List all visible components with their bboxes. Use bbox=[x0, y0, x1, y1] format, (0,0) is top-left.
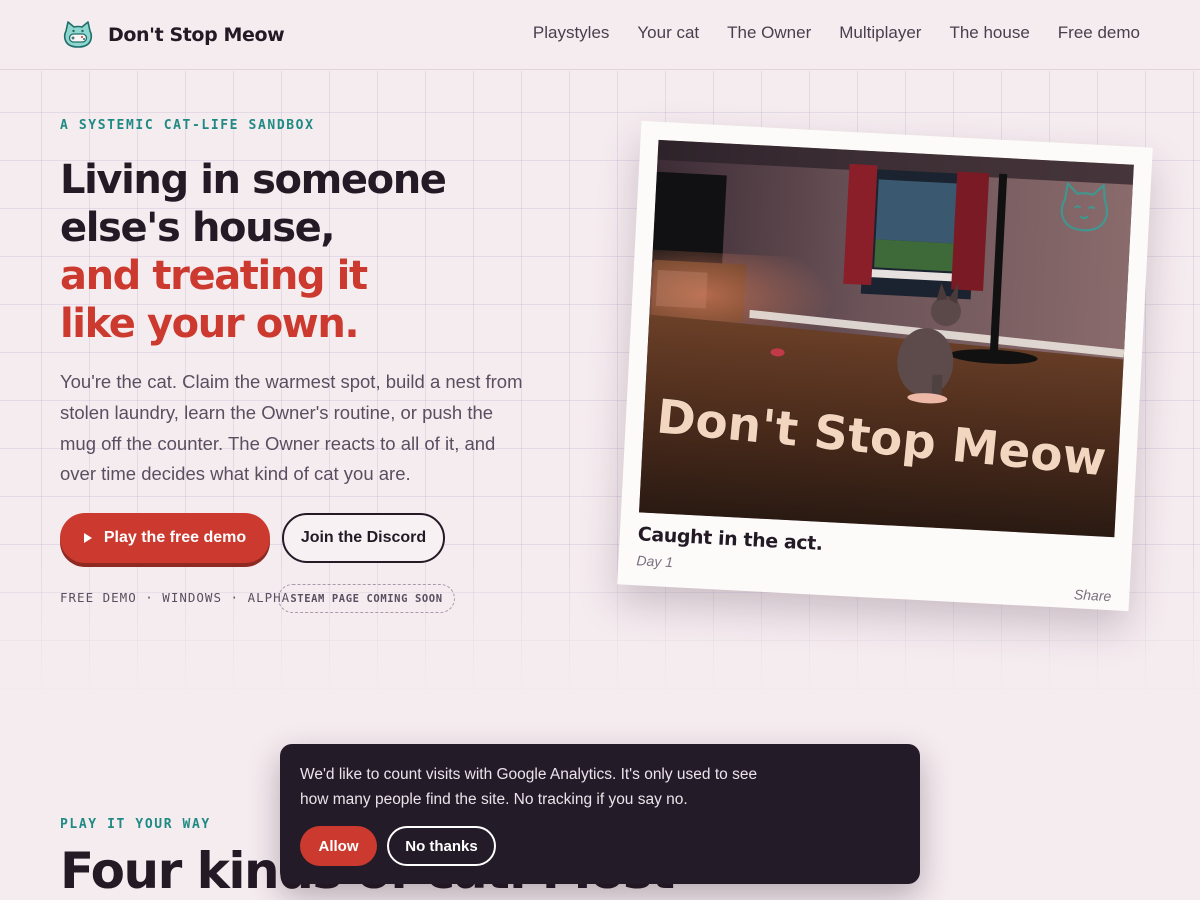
platform-meta: FREE DEMO · WINDOWS · ALPHA bbox=[60, 590, 291, 605]
nav-link-the-house[interactable]: The house bbox=[949, 23, 1029, 43]
nav-link-multiplayer[interactable]: Multiplayer bbox=[839, 23, 921, 43]
nav-link-playstyles[interactable]: Playstyles bbox=[533, 23, 610, 43]
steam-badge: STEAM PAGE COMING SOON bbox=[278, 584, 455, 613]
cookie-decline-button[interactable]: No thanks bbox=[387, 826, 496, 866]
cookie-allow-button[interactable]: Allow bbox=[300, 826, 377, 866]
cookie-consent-text: We'd like to count visits with Google An… bbox=[300, 766, 758, 808]
polaroid-caption: Caught in the act. bbox=[637, 523, 824, 555]
hero-eyebrow: A SYSTEMIC CAT-LIFE SANDBOX bbox=[60, 118, 315, 133]
play-free-demo-button[interactable]: Play the free demo bbox=[60, 513, 270, 563]
game-screenshot: Don't Stop Meow bbox=[639, 139, 1134, 538]
share-link[interactable]: Share bbox=[1074, 586, 1112, 604]
hero-title-accent-line: and treating it bbox=[60, 253, 368, 299]
join-discord-label: Join the Discord bbox=[300, 529, 427, 546]
cat-face-gamepad-icon bbox=[63, 21, 93, 48]
playstyles-eyebrow: PLAY IT YOUR WAY bbox=[60, 817, 211, 832]
hero-title-line: else's house, bbox=[60, 205, 336, 251]
cookie-consent-banner: We'd like to count visits with Google An… bbox=[280, 744, 920, 884]
brand-home-link[interactable]: Don't Stop Meow bbox=[62, 19, 285, 51]
game-screenshot-art: Don't Stop Meow bbox=[639, 139, 1134, 538]
nav-link-your-cat[interactable]: Your cat bbox=[637, 23, 699, 43]
play-icon bbox=[83, 533, 92, 543]
hero-title-line: Living in someone bbox=[60, 157, 447, 203]
brand-name: Don't Stop Meow bbox=[108, 24, 285, 46]
hero-description: You're the cat. Claim the warmest spot, … bbox=[60, 371, 523, 485]
polaroid-card: Don't Stop Meow Caught in the act. Day 1… bbox=[617, 120, 1153, 612]
hero-title-accent-line: like your own. bbox=[60, 301, 360, 347]
polaroid-day: Day 1 bbox=[636, 552, 674, 571]
main-nav: Playstyles Your cat The Owner Multiplaye… bbox=[533, 23, 1140, 43]
hero-title: Living in someone else's house, and trea… bbox=[60, 156, 580, 348]
join-discord-button[interactable]: Join the Discord bbox=[282, 513, 445, 563]
nav-link-the-owner[interactable]: The Owner bbox=[727, 23, 811, 43]
play-free-demo-label: Play the free demo bbox=[103, 529, 247, 546]
site-header: Don't Stop Meow Playstyles Your cat The … bbox=[0, 0, 1200, 70]
nav-link-free-demo[interactable]: Free demo bbox=[1058, 23, 1140, 43]
